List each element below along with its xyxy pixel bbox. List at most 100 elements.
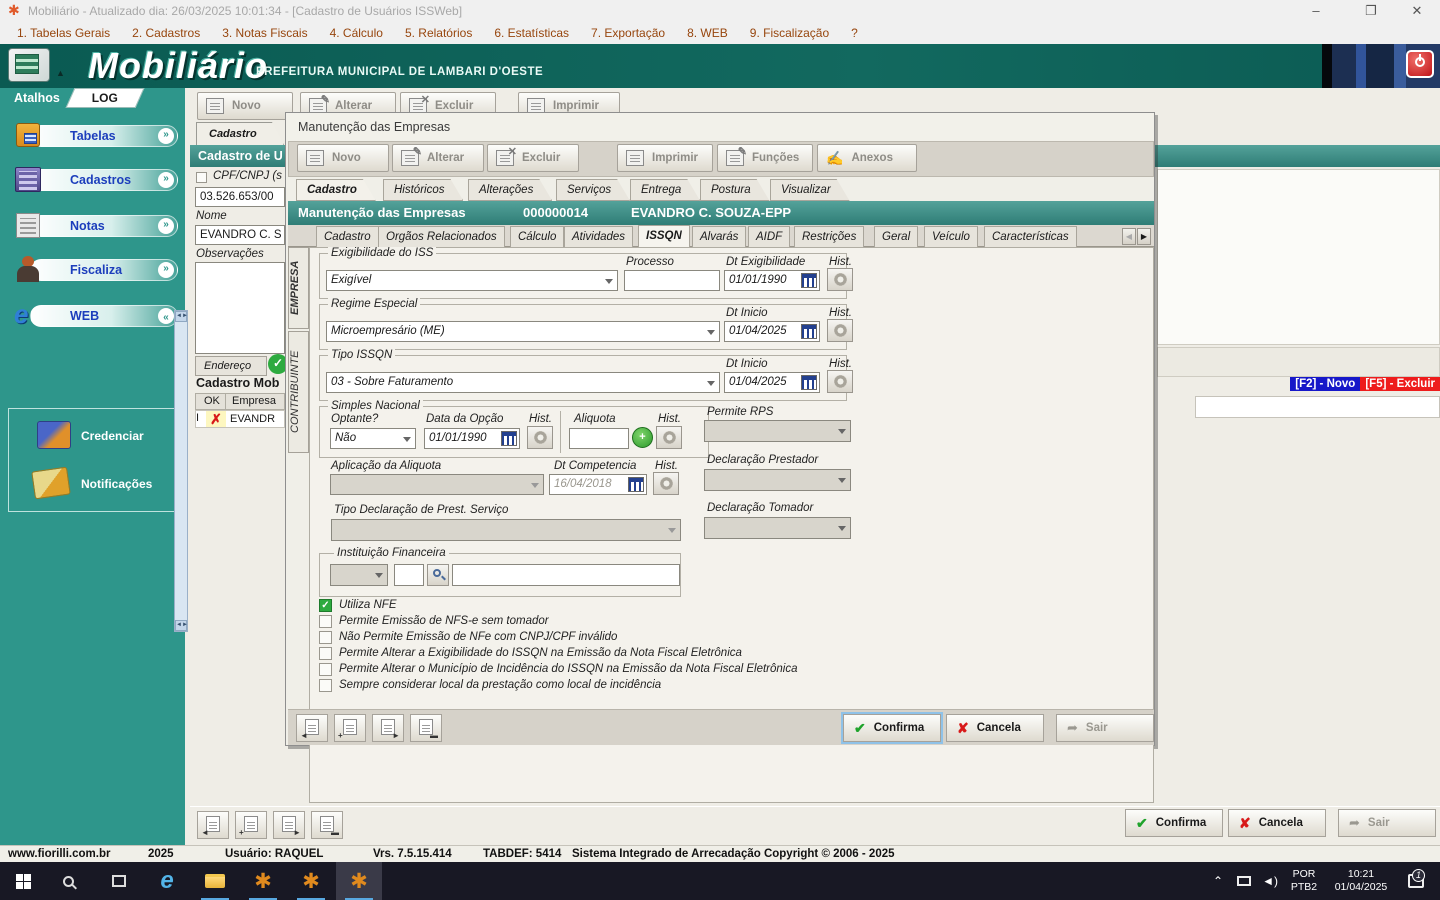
close-button[interactable]: ✕: [1394, 0, 1440, 22]
sidebar-item-notificacoes[interactable]: Notificações: [19, 466, 169, 501]
dt-inicio-regime-input[interactable]: 01/04/2025: [724, 321, 820, 342]
dlg-exit-button[interactable]: ➦ Sair: [1056, 714, 1154, 742]
data-opcao-input[interactable]: 01/01/1990: [424, 428, 520, 449]
chevron-down-icon[interactable]: »: [158, 218, 174, 234]
sidebar-tab-atalhos[interactable]: Atalhos: [14, 91, 60, 105]
menu-calculo[interactable]: 4. Cálculo: [319, 26, 394, 40]
record-first-button[interactable]: ◄: [296, 714, 328, 742]
cpf-input[interactable]: 03.526.653/00: [195, 187, 285, 207]
tab-inner-aidf[interactable]: AIDF: [748, 226, 791, 247]
chevron-down-icon[interactable]: »: [158, 262, 174, 278]
tab-inner-issqn[interactable]: ISSQN: [638, 225, 690, 247]
chevron-down-icon[interactable]: »: [158, 172, 174, 188]
tab-inner-veiculo[interactable]: Veículo: [924, 226, 978, 247]
tray-language[interactable]: POR PTB2: [1284, 862, 1324, 900]
tab-entrega[interactable]: Entrega: [630, 179, 700, 201]
aliquota-history-button[interactable]: [656, 426, 682, 449]
record-first-button[interactable]: ◄: [197, 811, 229, 839]
alterar-exigibilidade-checkbox[interactable]: [319, 647, 332, 660]
task-view-button[interactable]: [96, 862, 142, 900]
menu-tabelas-gerais[interactable]: 1. Tabelas Gerais: [6, 26, 121, 40]
tab-historicos[interactable]: Históricos: [383, 179, 463, 201]
main-cancel-button[interactable]: ✘ Cancela: [1228, 809, 1326, 837]
tabs-scroll-right-icon[interactable]: ▶: [1137, 228, 1151, 245]
tray-volume-icon[interactable]: ◄): [1257, 862, 1283, 900]
tab-inner-restricoes[interactable]: Restrições: [794, 226, 865, 247]
tipo-issqn-select[interactable]: 03 - Sobre Faturamento: [326, 372, 720, 393]
record-next-button[interactable]: ►: [273, 811, 305, 839]
declaracao-tomador-select[interactable]: [704, 517, 851, 539]
processo-input[interactable]: [624, 270, 720, 291]
calendar-icon[interactable]: [628, 477, 644, 492]
record-last-button[interactable]: ▬: [410, 714, 442, 742]
taskbar-fiorilli-app-2[interactable]: ✱: [288, 862, 334, 900]
dlg-cancel-button[interactable]: ✘ Cancela: [946, 714, 1044, 742]
taskbar-fiorilli-app-3[interactable]: ✱: [336, 862, 382, 900]
taskbar-ie-button[interactable]: e: [144, 862, 190, 900]
calendar-icon[interactable]: [801, 375, 817, 390]
instituicao-search-button[interactable]: [427, 564, 449, 586]
tab-inner-geral[interactable]: Geral: [874, 226, 919, 247]
sidebar-item-web[interactable]: e WEB »: [8, 299, 178, 332]
tab-inner-caracteristicas[interactable]: Características: [984, 226, 1077, 247]
tab-endereco[interactable]: Endereço: [195, 356, 267, 376]
tab-postura[interactable]: Postura: [700, 179, 770, 201]
dlg-attachments-button[interactable]: ✍ Anexos: [817, 144, 917, 172]
permite-rps-select[interactable]: [704, 420, 851, 442]
tab-servicos[interactable]: Serviços: [556, 179, 630, 201]
grid-row[interactable]: I ✗ EVANDR: [195, 410, 285, 428]
exigibilidade-history-button[interactable]: [827, 268, 853, 291]
minimize-button[interactable]: –: [1293, 0, 1339, 22]
menu-help[interactable]: ?: [840, 26, 869, 40]
tab-inner-cadastro[interactable]: Cadastro: [316, 226, 379, 247]
dlg-edit-button[interactable]: ✎ Alterar: [392, 144, 484, 172]
dt-inicio-issqn-input[interactable]: 01/04/2025: [724, 372, 820, 393]
calendar-icon[interactable]: [501, 431, 517, 446]
regime-history-button[interactable]: [827, 319, 853, 342]
menu-web[interactable]: 8. WEB: [676, 26, 739, 40]
maximize-button[interactable]: ❐: [1348, 0, 1394, 22]
sidebar-item-notas[interactable]: Notas »: [8, 210, 178, 242]
dlg-new-button[interactable]: Novo: [297, 144, 389, 172]
power-exit-icon[interactable]: [1406, 50, 1434, 78]
utiliza-nfe-checkbox[interactable]: ✓: [319, 599, 332, 612]
aliquota-input[interactable]: [569, 428, 629, 449]
side-tab-empresa[interactable]: EMPRESA: [288, 247, 309, 329]
alterar-municipio-checkbox[interactable]: [319, 663, 332, 676]
tab-visualizar[interactable]: Visualizar: [770, 179, 850, 201]
main-exit-button[interactable]: ➦ Sair: [1338, 809, 1436, 837]
dlg-functions-button[interactable]: ✎ Funções: [717, 144, 813, 172]
taskbar-search-button[interactable]: [48, 862, 94, 900]
tab-alteracoes[interactable]: Alterações: [468, 179, 552, 201]
sidebar-item-tabelas[interactable]: Tabelas »: [8, 120, 178, 152]
main-new-button[interactable]: Novo: [197, 92, 293, 120]
menu-exportacao[interactable]: 7. Exportação: [580, 26, 676, 40]
tray-chevron-icon[interactable]: ⌃: [1205, 862, 1231, 900]
add-aliquota-icon[interactable]: +: [632, 427, 653, 448]
menu-cadastros[interactable]: 2. Cadastros: [121, 26, 211, 40]
menu-estatisticas[interactable]: 6. Estatísticas: [483, 26, 580, 40]
menu-relatorios[interactable]: 5. Relatórios: [394, 26, 483, 40]
status-url[interactable]: www.fiorilli.com.br: [8, 848, 110, 860]
optante-select[interactable]: Não: [330, 428, 416, 449]
menu-fiscalizacao[interactable]: 9. Fiscalização: [739, 26, 840, 40]
dlg-confirm-button[interactable]: ✔ Confirma: [841, 712, 943, 744]
main-tab-cadastro[interactable]: Cadastro: [196, 122, 284, 145]
regime-select[interactable]: Microempresário (ME): [326, 321, 720, 342]
declaracao-prestador-select[interactable]: [704, 469, 851, 491]
exigibilidade-select[interactable]: Exigível: [326, 270, 618, 291]
sidebar-item-fiscaliza[interactable]: Fiscaliza »: [8, 254, 178, 286]
taskbar-fiorilli-app-1[interactable]: ✱: [240, 862, 286, 900]
simples-history-button[interactable]: [527, 426, 553, 449]
nome-input[interactable]: EVANDRO C. S: [195, 225, 285, 245]
record-prev-button[interactable]: +: [334, 714, 366, 742]
tray-clock[interactable]: 10:21 01/04/2025: [1326, 862, 1396, 900]
instituicao-nome-input[interactable]: [452, 564, 680, 586]
main-confirm-button[interactable]: ✔ Confirma: [1125, 809, 1223, 837]
panel-scrollbar[interactable]: ◄► ◄►: [174, 310, 188, 632]
cpf-filter-checkbox[interactable]: [196, 172, 207, 183]
record-next-button[interactable]: ►: [372, 714, 404, 742]
competencia-history-button[interactable]: [653, 472, 679, 495]
tipo-issqn-history-button[interactable]: [827, 370, 853, 393]
dt-exigibilidade-input[interactable]: 01/01/1990: [724, 270, 820, 291]
